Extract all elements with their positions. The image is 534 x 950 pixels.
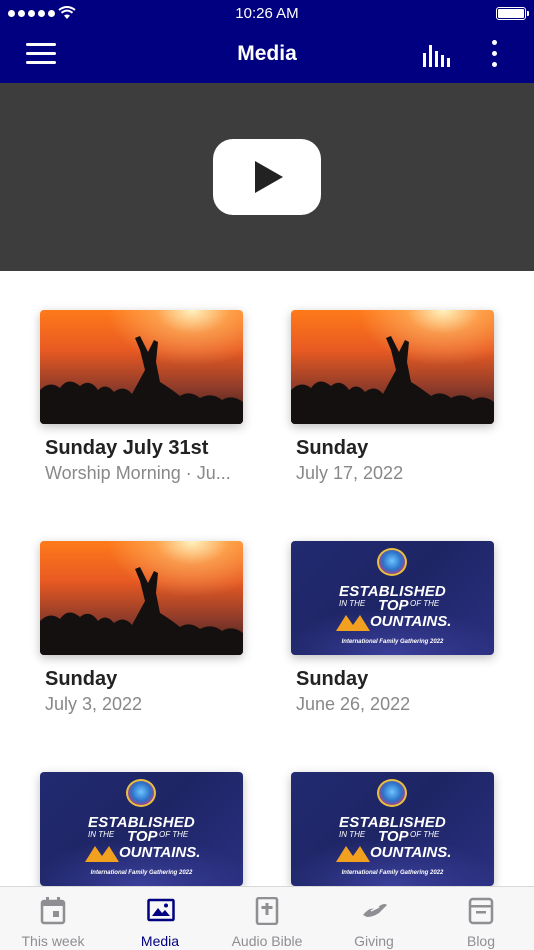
card-subtitle: July 17, 2022	[296, 463, 404, 483]
tab-audio-bible[interactable]: Audio Bible	[214, 887, 320, 950]
thumb-small-text: OF THE	[159, 830, 189, 839]
concert-thumbnail	[40, 310, 243, 424]
tab-media[interactable]: Media	[107, 887, 213, 950]
thumb-mountains-text: OUNTAINS.	[370, 844, 452, 861]
crowd-silhouette	[40, 567, 243, 655]
concert-thumbnail	[40, 541, 243, 655]
tab-this-week[interactable]: This week	[0, 887, 106, 950]
established-thumbnail: ESTABLISHED IN THE TOP OF THE OUNTAINS. …	[291, 772, 494, 886]
media-card[interactable]: Sunday July 3, 2022	[40, 541, 243, 715]
card-subtitle: July 3, 2022	[45, 694, 143, 714]
archive-icon	[468, 897, 494, 925]
media-card[interactable]: Sunday July 17, 2022	[291, 310, 494, 484]
tab-bar: This week Media Audio Bible Giving Blog	[0, 886, 534, 950]
battery-icon	[496, 7, 529, 20]
tab-label: This week	[21, 933, 85, 949]
play-button[interactable]	[213, 139, 321, 215]
thumb-mountains-text: OUNTAINS.	[119, 844, 201, 861]
thumb-top-text: TOP	[378, 828, 409, 845]
thumb-event-text: International Family Gathering 2022	[341, 639, 444, 645]
established-thumbnail: ESTABLISHED IN THE TOP OF THE OUNTAINS. …	[291, 541, 494, 655]
thumb-event-text: International Family Gathering 2022	[90, 870, 193, 876]
crowd-silhouette	[291, 336, 494, 424]
image-icon	[147, 898, 175, 922]
media-card[interactable]: ESTABLISHED IN THE TOP OF THE OUNTAINS. …	[40, 772, 243, 886]
crowd-silhouette	[40, 336, 243, 424]
card-subtitle: Worship Morning · Ju...	[45, 463, 231, 483]
media-card[interactable]: Sunday July 31st Worship Morning · Ju...	[40, 310, 243, 484]
thumb-small-text: IN THE	[88, 830, 115, 839]
thumb-small-text: OF THE	[410, 599, 440, 608]
tab-label: Blog	[466, 933, 496, 949]
tab-blog[interactable]: Blog	[428, 887, 534, 950]
church-logo-icon	[377, 548, 407, 576]
concert-thumbnail	[291, 310, 494, 424]
tab-label: Media	[140, 933, 180, 949]
card-subtitle: June 26, 2022	[296, 694, 411, 714]
church-logo-icon	[377, 779, 407, 807]
status-bar: 10:26 AM	[0, 0, 534, 28]
church-logo-icon	[126, 779, 156, 807]
media-card[interactable]: ESTABLISHED IN THE TOP OF THE OUNTAINS. …	[291, 772, 494, 886]
status-time: 10:26 AM	[235, 5, 299, 22]
card-title: Sunday July 31st	[45, 437, 209, 459]
card-title: Sunday	[45, 668, 118, 690]
equalizer-icon[interactable]	[421, 43, 453, 69]
mountain-icon	[85, 846, 119, 862]
giving-hand-icon	[363, 904, 387, 917]
mountain-icon	[336, 846, 370, 862]
card-title: Sunday	[296, 437, 369, 459]
tab-label: Audio Bible	[231, 933, 303, 949]
play-icon	[255, 161, 283, 193]
tab-giving[interactable]: Giving	[321, 887, 427, 950]
media-card[interactable]: ESTABLISHED IN THE TOP OF THE OUNTAINS. …	[291, 541, 494, 715]
established-thumbnail: ESTABLISHED IN THE TOP OF THE OUNTAINS. …	[40, 772, 243, 886]
mountain-icon	[336, 615, 370, 631]
nav-bar: Media	[0, 28, 534, 83]
bible-icon	[255, 897, 279, 925]
calendar-icon	[40, 897, 66, 925]
card-title: Sunday	[296, 668, 369, 690]
page-title: Media	[237, 42, 297, 65]
thumb-event-text: International Family Gathering 2022	[341, 870, 444, 876]
thumb-small-text: OF THE	[410, 830, 440, 839]
thumb-top-text: TOP	[378, 597, 409, 614]
tab-label: Giving	[354, 933, 394, 949]
thumb-top-text: TOP	[127, 828, 158, 845]
thumb-small-text: IN THE	[339, 599, 366, 608]
more-options-icon[interactable]	[487, 40, 501, 70]
thumb-small-text: IN THE	[339, 830, 366, 839]
video-player[interactable]	[0, 83, 534, 271]
thumb-mountains-text: OUNTAINS.	[370, 613, 452, 630]
